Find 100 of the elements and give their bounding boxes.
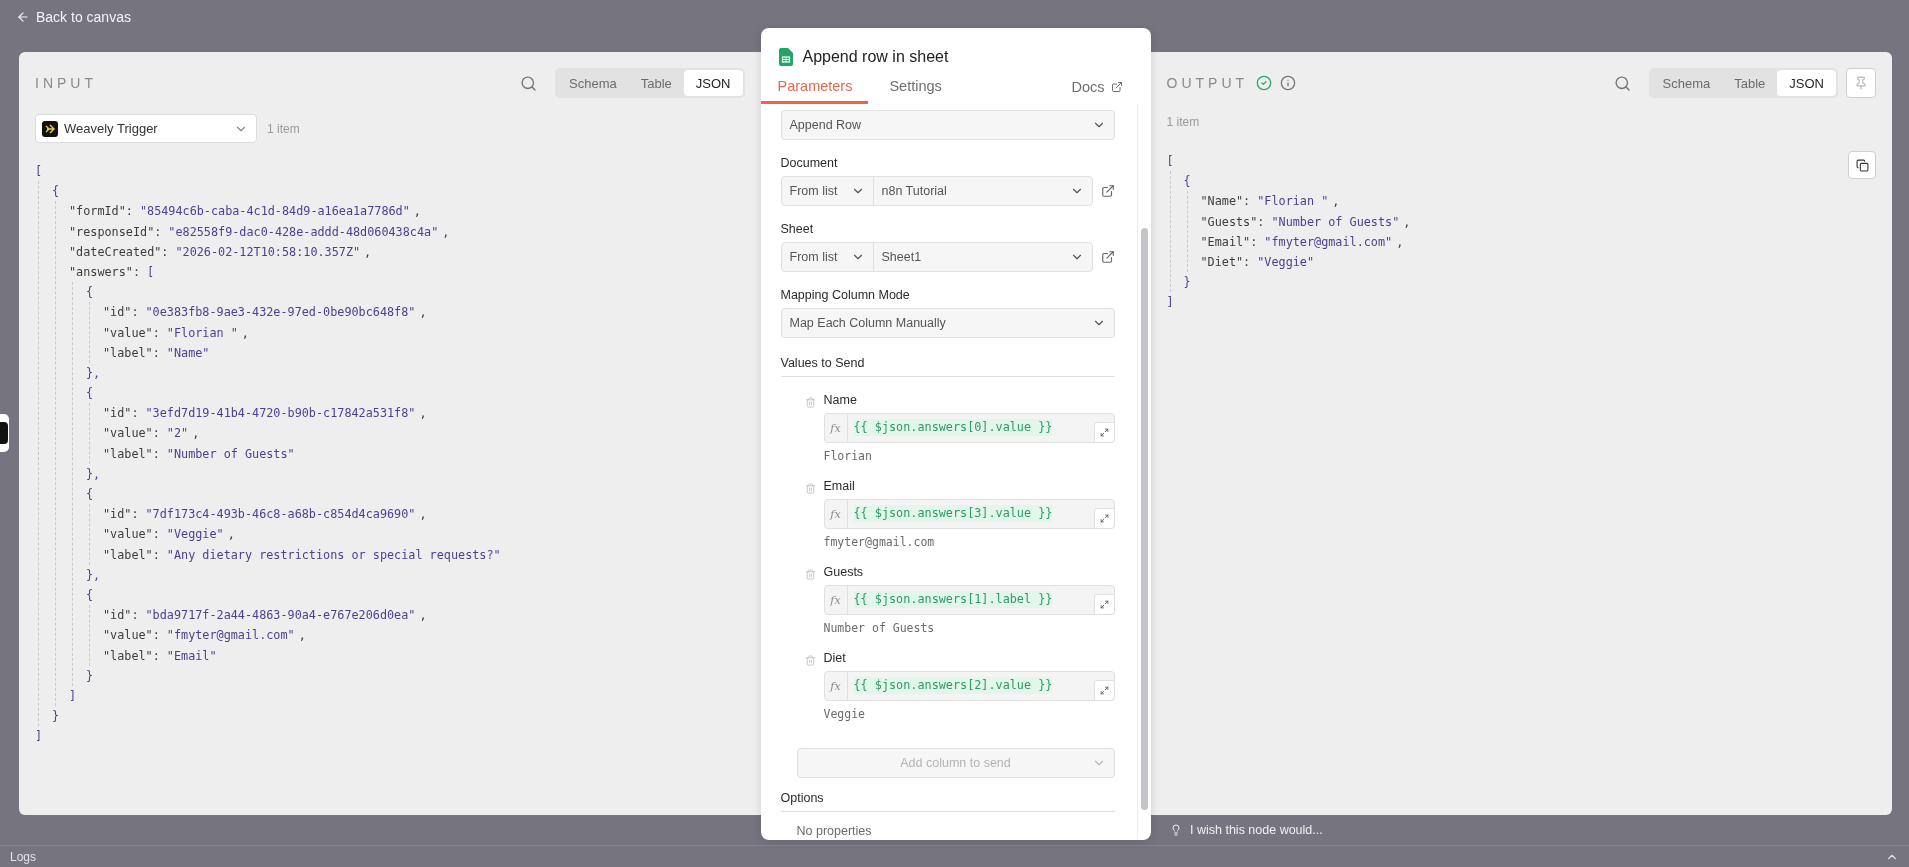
view-tab[interactable]: Schema	[1650, 70, 1723, 96]
view-tab[interactable]: Table	[628, 70, 684, 96]
json-line: "label": "Email"	[103, 647, 217, 665]
delete-icon[interactable]	[804, 569, 816, 580]
view-tab[interactable]: JSON	[1777, 70, 1836, 96]
json-line: "dateCreated": "2026-02-12T10:58:10.357Z" ,	[69, 243, 372, 261]
expand-icon	[1099, 428, 1109, 437]
expression-field[interactable]: fx {{ $json.answers[0].value }}	[823, 413, 1115, 443]
settings-tab[interactable]: Settings	[872, 78, 958, 104]
delete-icon[interactable]	[804, 397, 816, 408]
section-title: Values to Send	[780, 354, 1115, 377]
json-line: {	[52, 183, 60, 201]
resource-locator[interactable]: From list n8n Tutorial	[780, 176, 1093, 206]
json-line: "Guests": "Number of Guests" ,	[1200, 213, 1411, 231]
mode-select[interactable]: From list	[781, 243, 874, 271]
section-title: Options	[780, 789, 1115, 812]
json-line: "value": "Florian " ,	[103, 324, 249, 342]
json-line: {	[86, 284, 94, 302]
external-link-icon	[1110, 81, 1123, 93]
feedback-link[interactable]: I wish this node would...	[1190, 823, 1323, 837]
value-select[interactable]: n8n Tutorial	[873, 177, 1092, 205]
expand-button[interactable]	[1093, 422, 1115, 443]
logs-label: Logs	[10, 849, 37, 864]
panel-title: OUTPUT	[1166, 75, 1249, 91]
node-title: Append row in sheet	[802, 48, 949, 66]
copy-button[interactable]	[1848, 151, 1876, 179]
json-line: [	[1166, 153, 1174, 170]
view-tab[interactable]: Table	[1722, 70, 1778, 96]
json-line: ]	[35, 728, 43, 746]
value-select[interactable]: Sheet1	[873, 243, 1092, 271]
json-line: "value": "2" ,	[103, 425, 200, 443]
external-link-icon[interactable]	[1100, 184, 1115, 198]
expression-field[interactable]: fx {{ $json.answers[1].label }}	[823, 585, 1115, 615]
json-line: }	[1183, 274, 1191, 292]
delete-icon[interactable]	[804, 483, 816, 494]
json-line: "id": "7df173c4-493b-46c8-a68b-c854d4ca9690" ,	[103, 506, 427, 524]
json-line: "Diet": "Veggie"	[1200, 253, 1315, 271]
column-name: Diet	[823, 650, 847, 667]
json-line: "label": "Number of Guests"	[103, 445, 295, 463]
scrollbar[interactable]	[1140, 228, 1148, 810]
docs-link[interactable]: Docs	[1071, 79, 1123, 104]
mode-select[interactable]: From list	[781, 177, 874, 205]
external-link-icon[interactable]	[1100, 250, 1115, 264]
pin-button[interactable]	[1846, 68, 1876, 98]
mapping-mode-select[interactable]: Map Each Column Manually	[780, 308, 1115, 338]
operation-select[interactable]: Append Row	[780, 110, 1115, 140]
expand-icon	[1099, 514, 1109, 523]
expression-field[interactable]: fx {{ $json.answers[3].value }}	[823, 499, 1115, 529]
search-icon[interactable]	[520, 74, 538, 92]
view-tab[interactable]: JSON	[683, 70, 743, 96]
column-name: Guests	[823, 564, 865, 581]
expression-result: Number of Guests	[823, 620, 936, 637]
field-label: Sheet	[780, 221, 815, 238]
expand-button[interactable]	[1093, 508, 1115, 529]
expression-result: Veggie	[823, 706, 867, 723]
empty-text: No properties	[795, 823, 873, 838]
expand-button[interactable]	[1093, 680, 1115, 701]
expression-result: fmyter@gmail.com	[823, 534, 936, 551]
node-select[interactable]: Weavely Trigger	[35, 114, 257, 143]
json-line: "label": "Any dietary restrictions or special requests?"	[103, 546, 501, 564]
logs-bar[interactable]: Logs	[0, 845, 1909, 867]
column-name: Name	[823, 392, 858, 409]
json-line: "answers": [	[69, 263, 155, 281]
spreadsheet-icon	[778, 48, 793, 66]
json-line: },	[86, 566, 101, 584]
json-line: {	[86, 486, 94, 503]
json-line: "value": "fmyter@gmail.com" ,	[103, 627, 306, 645]
field-label: Document	[780, 155, 839, 172]
json-line: "responseId": "e82558f9-dac0-428e-addd-48d060438c4a" ,	[69, 223, 450, 241]
json-line: ]	[69, 687, 77, 705]
back-link[interactable]: Back to canvas	[16, 8, 131, 26]
item-count: 1 item	[1166, 115, 1201, 129]
lightbulb-icon	[1170, 824, 1182, 836]
expand-icon	[1099, 600, 1109, 609]
json-line: {	[1183, 173, 1191, 191]
json-line: [	[35, 163, 43, 180]
delete-icon[interactable]	[804, 655, 816, 666]
json-line: "id": "0e383fb8-9ae3-432e-97ed-0be90bc648f8" ,	[103, 304, 427, 322]
item-count: 1 item	[267, 121, 300, 136]
column-name: Email	[823, 478, 856, 495]
pin-icon	[1854, 76, 1868, 90]
info-icon[interactable]	[1280, 75, 1297, 91]
settings-tab[interactable]: Parameters	[760, 78, 869, 104]
resource-locator[interactable]: From list Sheet1	[780, 242, 1093, 272]
json-line: },	[86, 465, 101, 483]
expression-result: Florian	[823, 448, 873, 465]
node-tab[interactable]	[0, 414, 9, 452]
search-icon[interactable]	[1613, 74, 1631, 92]
json-line: }	[86, 667, 94, 685]
json-line: },	[86, 364, 101, 382]
expand-button[interactable]	[1093, 594, 1115, 615]
field-label: Mapping Column Mode	[780, 287, 911, 304]
json-line: "Email": "fmyter@gmail.com" ,	[1200, 233, 1404, 251]
expression-field[interactable]: fx {{ $json.answers[2].value }}	[823, 671, 1115, 701]
trigger-node-icon	[42, 120, 58, 137]
json-line: "value": "Veggie" ,	[103, 526, 235, 544]
json-line: }	[52, 708, 60, 726]
json-line: ]	[1166, 294, 1174, 312]
json-line: "id": "bda9717f-2a44-4863-90a4-e767e206d0ea" ,	[103, 607, 427, 625]
view-tab[interactable]: Schema	[557, 70, 629, 96]
